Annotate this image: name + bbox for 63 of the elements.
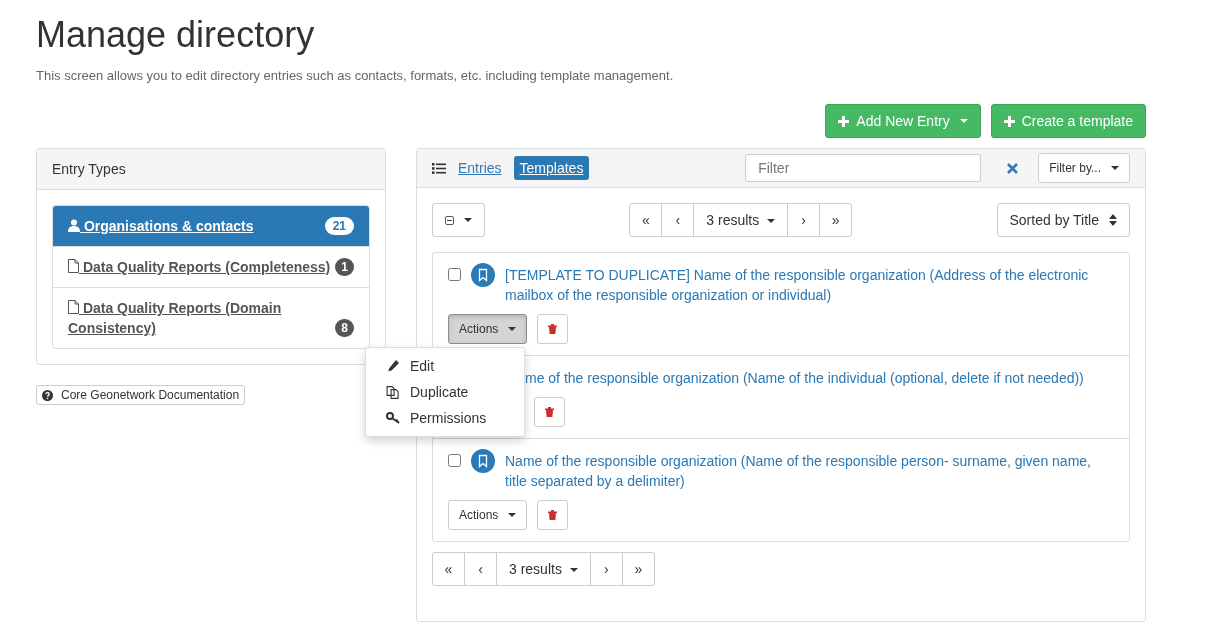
- actions-button[interactable]: Actions: [448, 314, 528, 344]
- trash-icon: [548, 324, 558, 334]
- plus-icon: [838, 115, 850, 127]
- caret-icon: [508, 513, 517, 517]
- help-icon: [42, 389, 53, 401]
- last-page-button[interactable]: »: [819, 203, 853, 237]
- first-page-button[interactable]: «: [629, 203, 663, 237]
- panel-title: Entry Types: [52, 161, 126, 177]
- record-title-link[interactable]: me of the responsible organization (Name of the individual (optional, delete if not needed)): [525, 368, 1114, 388]
- results-button[interactable]: 3 results: [693, 203, 789, 237]
- documentation-link[interactable]: Core Geonetwork Documentation: [36, 385, 246, 405]
- caret-icon: [508, 327, 517, 331]
- count-badge: 1: [335, 258, 354, 276]
- trash-icon: [545, 407, 554, 417]
- tab[interactable]: Entries: [452, 156, 508, 180]
- filter-field[interactable]: Filter: [745, 154, 982, 182]
- next-page-button[interactable]: ›: [589, 552, 623, 586]
- list-icon: [432, 162, 446, 174]
- previous-page-button[interactable]: ‹: [661, 203, 695, 237]
- delete-button[interactable]: [534, 397, 565, 427]
- actions-button[interactable]: Actions: [448, 500, 528, 530]
- record-checkbox[interactable]: [448, 268, 461, 281]
- copy-icon: [386, 385, 400, 399]
- tab[interactable]: Templates: [513, 156, 590, 180]
- person-icon: [68, 219, 80, 232]
- document-icon: [68, 259, 79, 273]
- bookmark-icon: [471, 263, 495, 287]
- sort-icon: [1109, 214, 1117, 226]
- record-checkbox[interactable]: [448, 454, 461, 467]
- caret-icon: [569, 568, 578, 573]
- count-badge: 8: [335, 319, 354, 337]
- key-icon: [386, 412, 400, 424]
- caret-icon: [1111, 166, 1119, 170]
- menu-item[interactable]: Permissions: [366, 405, 524, 431]
- next-page-button[interactable]: ›: [787, 203, 821, 237]
- delete-button[interactable]: [537, 500, 569, 530]
- page-description: This screen allows you to edit directory entries such as contacts, formats, etc. including template management.: [36, 68, 675, 83]
- menu-item[interactable]: Duplicate: [366, 379, 524, 405]
- previous-page-button[interactable]: ‹: [464, 552, 497, 586]
- entry-type-item[interactable]: Data Quality Reports (Completeness) 1: [53, 246, 369, 287]
- trash-icon: [548, 510, 558, 520]
- record-title-link[interactable]: [TEMPLATE TO DUPLICATE] Name of the responsible organization (Address of the electronic mailbox of the responsible organization or individual): [448, 265, 1114, 305]
- caret-icon: [464, 218, 472, 222]
- sort-button[interactable]: Sorted by Title: [996, 203, 1130, 237]
- select-button[interactable]: [432, 203, 485, 237]
- entry-type-item[interactable]: Data Quality Reports (Domain Consistency) 8: [53, 287, 369, 348]
- last-page-button[interactable]: »: [621, 552, 655, 586]
- document-icon: [68, 300, 79, 314]
- first-page-button[interactable]: «: [432, 552, 465, 586]
- record-title-link[interactable]: Name of the responsible organization (Name of the responsible person- surname, given name, title separated by a delimiter): [448, 451, 1114, 491]
- pencil-icon: [386, 360, 400, 372]
- filter-by-button[interactable]: Filter by...: [1038, 153, 1130, 183]
- minus-square-icon: [445, 213, 454, 227]
- plus-icon: [1003, 115, 1015, 127]
- page-title: Manage directory: [36, 13, 316, 57]
- delete-button[interactable]: [537, 314, 569, 344]
- clear-icon[interactable]: [1007, 162, 1019, 174]
- count-badge: 21: [324, 217, 354, 235]
- menu-item[interactable]: Edit: [366, 353, 524, 379]
- bookmark-icon: [471, 449, 495, 473]
- caret-icon: [767, 219, 776, 224]
- results-button[interactable]: 3 results: [496, 552, 591, 586]
- entry-type-item[interactable]: Organisations & contacts 21: [53, 206, 369, 246]
